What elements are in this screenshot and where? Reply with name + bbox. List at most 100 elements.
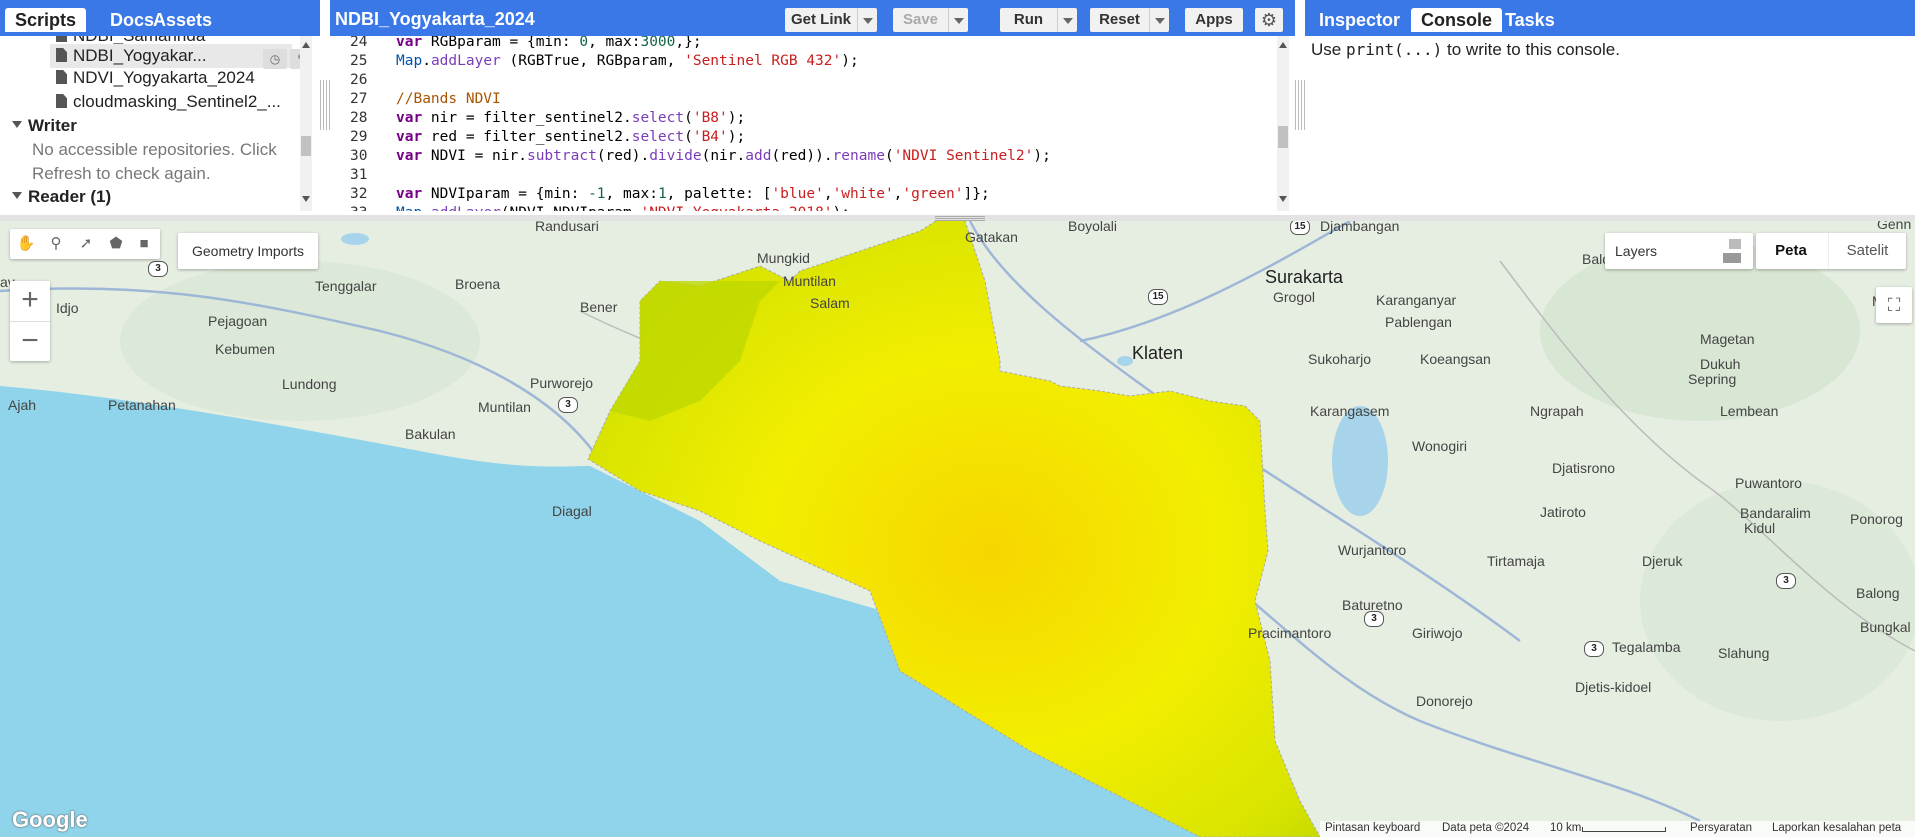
place-label: Jatiroto [1540, 504, 1586, 520]
scroll-down-icon[interactable] [1279, 196, 1287, 202]
code-line[interactable]: var NDVIparam = {min: -1, max:1, palette… [396, 186, 990, 202]
console-text: Use [1311, 40, 1346, 59]
place-label: Dukuh [1700, 356, 1741, 372]
save-label: Save [902, 11, 939, 28]
apps-button[interactable]: Apps [1185, 8, 1243, 32]
script-file-item[interactable]: NDVI_Yogyakarta_2024 [56, 66, 255, 90]
code-line[interactable]: var NDVI = nir.subtract(red).divide(nir.… [396, 148, 1051, 164]
place-label: Klaten [1132, 343, 1184, 363]
chevron-down-icon[interactable] [1149, 8, 1169, 32]
zoom-out-icon[interactable]: − [10, 321, 50, 361]
code-line[interactable]: var red = filter_sentinel2.select('B4'); [396, 129, 745, 145]
place-label: Mungkid [757, 250, 810, 266]
scroll-thumb[interactable] [301, 136, 311, 156]
place-label: Slahung [1718, 645, 1770, 661]
zoom-in-icon[interactable]: + [10, 281, 50, 321]
map-type-satelit[interactable]: Satelit [1828, 233, 1906, 269]
output-panel-header: Inspector Console Tasks [1305, 0, 1915, 36]
run-label: Run [1013, 11, 1044, 28]
layers-stack-icon [1723, 239, 1743, 263]
map-view[interactable]: Randusari Gatakan Boyolali Djambangan Genn Mu… [0, 221, 1915, 837]
place-label: Purworejo [530, 375, 594, 391]
line-icon[interactable]: ➚ [75, 233, 97, 255]
code-line[interactable]: var RGBparam = {min: 0, max:3000,}; [396, 36, 702, 50]
rectangle-icon[interactable]: ■ [133, 233, 155, 255]
route-shield: 3 [1364, 611, 1384, 627]
code-line[interactable]: Map.addLayer (RGBTrue, RGBparam, 'Sentin… [396, 53, 859, 69]
fullscreen-icon[interactable]: ⛶ [1876, 287, 1912, 323]
writer-label: Writer [28, 116, 77, 135]
run-button[interactable]: Run [1000, 8, 1077, 32]
editor-scrollbar[interactable] [1277, 36, 1289, 211]
line-number: 33 [350, 205, 390, 211]
place-label: Djeruk [1642, 553, 1683, 569]
history-icon[interactable]: ◷ [263, 49, 287, 69]
geometry-imports-button[interactable]: Geometry Imports [178, 233, 318, 269]
line-number: 32 [350, 186, 368, 202]
reset-button[interactable]: Reset [1090, 8, 1169, 32]
place-label: Wurjantoro [1338, 542, 1407, 558]
place-label: Pablengan [1385, 314, 1452, 330]
place-label: Lundong [282, 376, 337, 392]
line-number: 29 [350, 129, 368, 145]
scripts-panel: Scripts Docs Assets NDBI_Samarinda NDBI_… [0, 0, 320, 215]
map-data-text: Data peta ©2024 [1442, 822, 1530, 834]
tab-inspector[interactable]: Inspector [1309, 8, 1410, 32]
code-line[interactable]: var nir = filter_sentinel2.select('B8'); [396, 110, 745, 126]
code-area[interactable]: 24 var RGBparam = {min: 0, max:3000,}; 25 M… [330, 36, 1270, 211]
place-label: Lembean [1720, 403, 1779, 419]
report-error-link[interactable]: Laporkan kesalahan peta [1772, 822, 1901, 834]
tab-console[interactable]: Console [1411, 8, 1503, 32]
script-file-item-selected[interactable]: NDBI_Yogyakar... ◷✎▢ [50, 44, 300, 69]
writer-section[interactable]: Writer [12, 114, 77, 138]
file-icon [56, 94, 67, 108]
expand-triangle-icon [12, 121, 22, 128]
code-line[interactable]: Map.addLayer(NDVI,NDVIparam,'NDVI Yogyak… [396, 205, 850, 211]
expand-triangle-icon [12, 192, 22, 199]
place-label: Tirtamaja [1487, 553, 1545, 569]
chevron-down-icon[interactable] [1057, 8, 1077, 32]
chevron-down-icon[interactable] [857, 8, 877, 32]
place-label: Broena [455, 276, 501, 292]
save-button[interactable]: Save [893, 8, 968, 32]
layers-control[interactable]: Layers [1605, 233, 1753, 269]
scroll-thumb[interactable] [1278, 126, 1288, 148]
place-label: Giriwojo [1412, 625, 1463, 641]
get-link-button[interactable]: Get Link [785, 8, 877, 32]
code-line[interactable]: //Bands NDVI [396, 91, 501, 107]
script-file-item[interactable]: cloudmasking_Sentinel2_... [56, 90, 281, 114]
edit-icon[interactable]: ✎ [290, 49, 300, 69]
tab-tasks[interactable]: Tasks [1495, 8, 1565, 32]
reader-label: Reader (1) [28, 187, 112, 206]
vertical-splitter-handle[interactable] [1295, 80, 1305, 130]
marker-icon[interactable]: ⚲ [45, 233, 67, 255]
file-icon [56, 36, 67, 42]
scripts-scrollbar[interactable] [300, 36, 312, 211]
route-shield: 3 [1584, 641, 1604, 657]
place-label: Boyolali [1068, 221, 1118, 234]
polygon-icon[interactable]: ⬟ [105, 233, 127, 255]
scroll-up-icon[interactable] [302, 42, 310, 48]
place-label: Ponorog [1850, 511, 1903, 527]
reader-section[interactable]: Reader (1) [12, 185, 111, 209]
scroll-down-icon[interactable] [302, 196, 310, 202]
terms-link[interactable]: Persyaratan [1690, 822, 1752, 834]
tab-assets[interactable]: Assets [143, 8, 222, 32]
script-file-name: NDBI_Yogyakar... [73, 46, 207, 65]
zoom-control: + − [10, 281, 50, 361]
keyboard-shortcuts-link[interactable]: Pintasan keyboard [1325, 822, 1420, 834]
output-panel: Inspector Console Tasks Use print(...) t… [1305, 0, 1915, 215]
tab-scripts[interactable]: Scripts [5, 8, 87, 32]
scroll-up-icon[interactable] [1279, 42, 1287, 48]
place-label: Karangasem [1310, 403, 1390, 419]
place-label: Idjo [56, 300, 79, 316]
chevron-down-icon[interactable] [948, 8, 968, 32]
writer-message-line2: Refresh to check again. [32, 164, 211, 183]
hand-icon[interactable]: ✋ [15, 233, 37, 255]
place-label: Pejagoan [208, 313, 268, 329]
vertical-splitter-handle[interactable] [320, 80, 330, 130]
route-shield: 15 [1148, 289, 1168, 305]
gear-icon[interactable]: ⚙ [1255, 8, 1283, 32]
place-label: Pracimantoro [1248, 625, 1332, 641]
map-type-peta[interactable]: Peta [1756, 233, 1826, 269]
